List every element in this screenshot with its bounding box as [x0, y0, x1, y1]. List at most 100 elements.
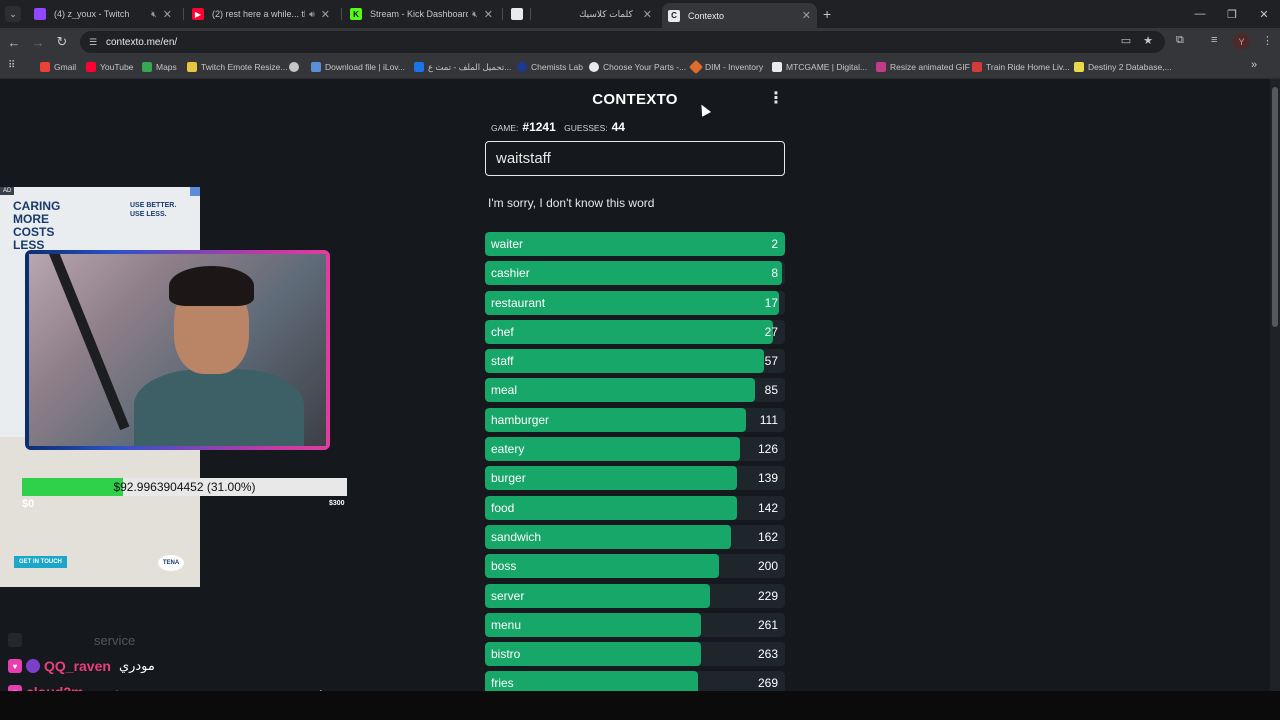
- new-tab-button[interactable]: +: [823, 6, 831, 22]
- guess-row: staff 57: [485, 349, 785, 374]
- guess-word: staff: [491, 354, 514, 369]
- heart-badge-icon: ♥: [8, 659, 22, 673]
- guess-word: menu: [491, 617, 522, 632]
- train-icon: [972, 62, 982, 72]
- diamond-icon: [688, 59, 704, 75]
- speaker-icon[interactable]: 🔊︎: [309, 9, 315, 20]
- bookmark-maps[interactable]: Maps: [142, 60, 177, 74]
- guess-word: sandwich: [491, 529, 542, 544]
- bookmark-train-ride[interactable]: Train Ride Home Liv...: [972, 60, 1070, 74]
- guess-rank: 57: [764, 354, 778, 369]
- streamer-hair: [169, 266, 254, 306]
- tab-divider: [183, 8, 184, 20]
- contexto-icon: C: [668, 9, 680, 22]
- bookmark-resize-gif[interactable]: Resize animated GIF: [876, 60, 970, 74]
- guess-row: menu 261: [485, 612, 785, 637]
- profile-avatar[interactable]: Y: [1233, 33, 1250, 50]
- tab-title: Stream - Kick Dashboard: [370, 9, 469, 19]
- guess-word: cashier: [491, 266, 530, 281]
- kebab-menu-icon[interactable]: ⋮: [768, 91, 784, 107]
- tab-twitch[interactable]: (4) z_youx - Twitch 🔇︎ ✕: [28, 3, 178, 25]
- url-text: contexto.me/en/: [106, 36, 178, 48]
- site-info-icon[interactable]: ☰: [86, 35, 100, 49]
- address-bar[interactable]: ☰ contexto.me/en/ ▭ ★: [80, 31, 1165, 53]
- back-button[interactable]: ←: [6, 34, 22, 50]
- guess-word: burger: [491, 471, 526, 486]
- close-icon[interactable]: ✕: [321, 8, 330, 21]
- guess-rank: 200: [757, 559, 778, 574]
- tab-title: Contexto: [688, 10, 725, 21]
- bookmark-chemists-lab[interactable]: Chemists Lab: [517, 60, 583, 74]
- close-icon[interactable]: ✕: [163, 8, 172, 21]
- close-icon[interactable]: ✕: [643, 8, 652, 21]
- more-bookmarks-icon[interactable]: »: [1251, 59, 1257, 71]
- bookmark-globe[interactable]: [289, 60, 303, 74]
- guess-rank: 85: [764, 383, 778, 398]
- bookmark-gmail[interactable]: Gmail: [40, 60, 76, 74]
- guess-word: chef: [491, 324, 514, 339]
- media-icon[interactable]: ≡: [1211, 34, 1217, 46]
- guess-row: sandwich 162: [485, 524, 785, 549]
- bookmark-label: Destiny 2 Database,...: [1088, 62, 1172, 72]
- kick-icon: K: [350, 8, 362, 20]
- bookmark-label: Gmail: [54, 62, 77, 72]
- guess-row: bistro 263: [485, 642, 785, 667]
- bookmark-choose-parts[interactable]: Choose Your Parts -...: [589, 60, 686, 74]
- tab-pinned[interactable]: [505, 3, 527, 25]
- reload-button[interactable]: ↻: [54, 34, 70, 50]
- bookmark-twitch-emote[interactable]: Twitch Emote Resize...: [187, 60, 287, 74]
- close-window-icon[interactable]: ✕: [1248, 0, 1280, 28]
- chat-badge-icon: [8, 633, 22, 647]
- ad-cta-button[interactable]: GET IN TOUCH: [14, 556, 67, 568]
- youtube-icon: [86, 62, 96, 72]
- muted-icon[interactable]: 🔇︎: [472, 9, 478, 20]
- cast-icon[interactable]: ▭: [1121, 34, 1131, 47]
- page-icon: [511, 8, 523, 20]
- bookmark-arabic-download[interactable]: تحميل الملف - تمت ع...: [414, 60, 511, 74]
- apps-grid-icon[interactable]: ⠿: [8, 60, 15, 71]
- tab-contexto[interactable]: C Contexto ✕: [662, 3, 817, 28]
- minimize-icon[interactable]: —: [1184, 0, 1216, 28]
- bookmark-mtcgame[interactable]: MTCGAME | Digital...: [772, 60, 867, 74]
- error-message: I'm sorry, I don't know this word: [488, 196, 655, 210]
- guess-word: meal: [491, 383, 518, 398]
- bookmark-youtube[interactable]: YouTube: [86, 60, 133, 74]
- close-icon[interactable]: ✕: [484, 8, 493, 21]
- scrollbar-thumb[interactable]: [1272, 87, 1278, 327]
- close-icon[interactable]: ✕: [802, 9, 811, 22]
- guess-input[interactable]: [485, 141, 785, 176]
- bookmark-star-icon[interactable]: ★: [1143, 34, 1153, 47]
- goal-text: $92.9963904452 (31.00%): [113, 480, 256, 494]
- guess-word: boss: [491, 559, 517, 574]
- guess-word: waiter: [491, 237, 524, 251]
- webcam-feed: [29, 254, 326, 446]
- bookmark-label: تحميل الملف - تمت ع...: [428, 61, 512, 72]
- extensions-icon[interactable]: ⧉: [1176, 34, 1184, 47]
- menu-icon[interactable]: ⋮: [1262, 34, 1273, 47]
- tab-title: (4) z_youx - Twitch: [54, 9, 130, 19]
- guess-word: food: [491, 500, 515, 515]
- tab-kick[interactable]: K Stream - Kick Dashboard 🔇︎ ✕: [344, 3, 499, 25]
- goal-min: $0: [22, 498, 35, 510]
- similarity-bar: [485, 378, 755, 403]
- tab-search-button[interactable]: ⌄: [5, 6, 21, 22]
- restore-icon[interactable]: ❐: [1216, 0, 1248, 28]
- page-scrollbar[interactable]: [1270, 79, 1280, 691]
- adchoices-icon[interactable]: [190, 187, 200, 196]
- bookmark-label: Download file | iLov...: [325, 62, 406, 72]
- bookmark-label: MTCGAME | Digital...: [786, 62, 868, 72]
- tab-youtube[interactable]: ▶ (2) rest here a while... the re 🔊︎ ✕: [186, 3, 336, 25]
- bookmark-ilovepdf[interactable]: Download file | iLov...: [311, 60, 405, 74]
- similarity-bar: [485, 554, 719, 579]
- tab-arabic[interactable]: كلمات كلاسيك ✕: [533, 3, 658, 25]
- bookmark-dim[interactable]: DIM - Inventory: [688, 59, 763, 75]
- guess-rank: 139: [757, 471, 778, 486]
- bookmark-label: Choose Your Parts -...: [603, 62, 687, 72]
- muted-icon[interactable]: 🔇︎: [151, 9, 157, 20]
- bookmark-destiny[interactable]: Destiny 2 Database,...: [1074, 60, 1172, 74]
- guesses-label: GUESSES:: [564, 123, 608, 133]
- forward-button[interactable]: →: [30, 34, 46, 50]
- guess-row: fries 269: [485, 671, 785, 691]
- guess-word: fries: [491, 676, 514, 691]
- game-label: GAME:: [491, 123, 519, 133]
